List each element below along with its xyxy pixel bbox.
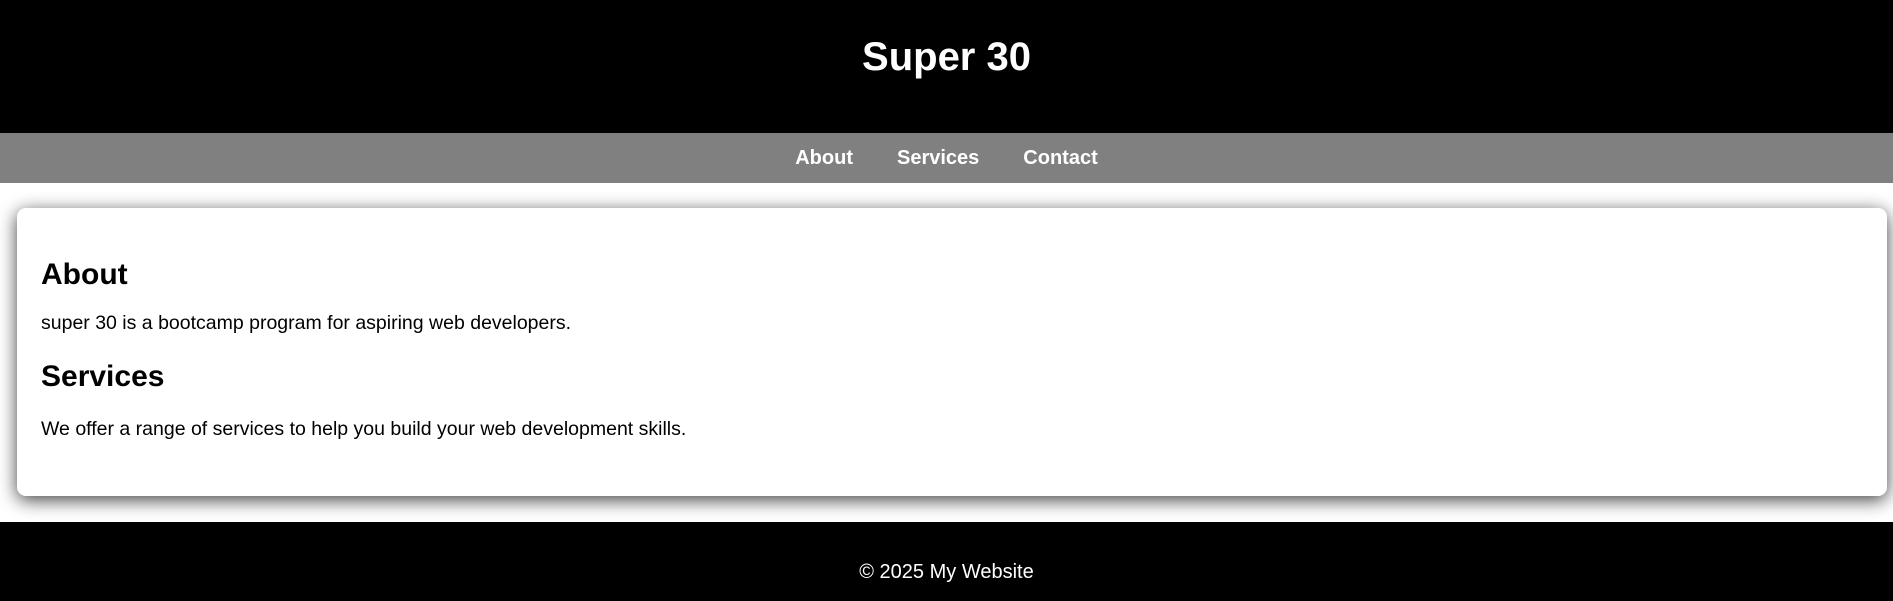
copyright-text: © 2025 My Website <box>859 561 1034 583</box>
nav-link-about[interactable]: About <box>795 147 853 170</box>
services-heading: Services <box>41 360 165 394</box>
content-card: About super 30 is a bootcamp program for… <box>17 208 1887 496</box>
main-nav: About Services Contact <box>0 133 1893 183</box>
site-title: Super 30 <box>862 35 1031 79</box>
nav-link-contact[interactable]: Contact <box>1023 147 1097 170</box>
nav-link-services[interactable]: Services <box>897 147 979 170</box>
content-area: About super 30 is a bootcamp program for… <box>0 183 1893 522</box>
services-text: We offer a range of services to help you… <box>41 418 687 441</box>
site-header: Super 30 <box>0 0 1893 133</box>
about-heading: About <box>41 258 128 291</box>
site-footer: © 2025 My Website <box>0 522 1893 601</box>
about-text: super 30 is a bootcamp program for aspir… <box>41 312 572 334</box>
